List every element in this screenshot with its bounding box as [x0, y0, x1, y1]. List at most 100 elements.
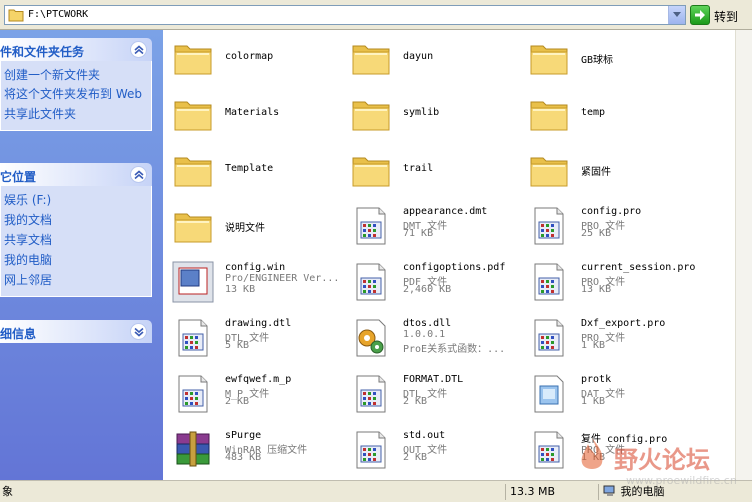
file-item[interactable]: FORMAT.DTL DTL 文件 2 KB	[345, 368, 523, 420]
panel-title: 它位置	[0, 170, 37, 184]
go-button[interactable]: 转到	[690, 4, 746, 26]
item-name: drawing.dtl	[225, 318, 292, 329]
item-size: 2 KB	[403, 452, 428, 463]
address-field[interactable]: F:\PTCWORK	[4, 5, 686, 25]
document-icon	[171, 372, 215, 416]
folder-item[interactable]: trail	[345, 144, 523, 196]
item-name: Materials	[225, 107, 280, 118]
item-size: 13 KB	[581, 284, 612, 295]
item-size: 2 KB	[225, 396, 250, 407]
folder-item[interactable]: 说明文件	[167, 200, 345, 252]
item-name: config.win	[225, 262, 286, 273]
vertical-scrollbar[interactable]	[735, 30, 752, 480]
file-item[interactable]: configoptions.pdf PDF 文件 2,460 KB	[345, 256, 523, 308]
item-size: 2 KB	[403, 396, 428, 407]
folder-icon	[349, 92, 393, 136]
file-item[interactable]: protk DAT 文件 1 KB	[523, 368, 701, 420]
panel-header[interactable]: 它位置	[0, 163, 152, 186]
item-size: 25 KB	[581, 228, 612, 239]
item-name: appearance.dmt	[403, 206, 488, 217]
item-size: 71 KB	[403, 228, 434, 239]
panel-header[interactable]: 细信息	[0, 320, 152, 343]
item-name: current_session.pro	[581, 262, 696, 273]
file-item[interactable]: config.win Pro/ENGINEER Ver... 13 KB	[167, 256, 345, 308]
folder-item[interactable]: Materials	[167, 88, 345, 140]
folder-item[interactable]: temp	[523, 88, 701, 140]
new-folder-link[interactable]: 创建一个新文件夹	[4, 65, 151, 85]
file-item[interactable]: sPurge WinRAR 压缩文件 483 KB	[167, 424, 345, 476]
document-icon	[171, 316, 215, 360]
window-file-icon	[171, 260, 215, 304]
document-icon	[349, 428, 393, 472]
item-name: config.pro	[581, 206, 642, 217]
item-size: 2,460 KB	[403, 284, 452, 295]
panel-title: 细信息	[0, 327, 37, 341]
folder-item[interactable]: GB球标	[523, 32, 701, 84]
file-item[interactable]: Dxf_export.pro PRO 文件 1 KB	[523, 312, 701, 364]
item-size: 5 KB	[225, 340, 250, 351]
collapse-button[interactable]	[130, 166, 147, 183]
folder-icon	[171, 92, 215, 136]
chevron-down-icon	[673, 12, 681, 17]
item-size: 1 KB	[581, 396, 606, 407]
folder-item[interactable]: 紧固件	[523, 144, 701, 196]
share-folder-link[interactable]: 共享此文件夹	[4, 104, 151, 124]
file-item[interactable]: ewfqwef.m_p M_P 文件 2 KB	[167, 368, 345, 420]
my-documents-link[interactable]: 我的文档	[4, 210, 151, 230]
folder-icon	[8, 9, 24, 22]
panel-body: 创建一个新文件夹 将这个文件夹发布到 Web 共享此文件夹	[0, 61, 152, 131]
file-item[interactable]: drawing.dtl DTL 文件 5 KB	[167, 312, 345, 364]
folder-icon	[171, 204, 215, 248]
folder-item[interactable]: colormap	[167, 32, 345, 84]
publish-web-link[interactable]: 将这个文件夹发布到 Web	[4, 85, 144, 104]
item-name: 说明文件	[225, 223, 265, 234]
item-name: dayun	[403, 51, 434, 62]
file-item[interactable]: std.out OUT 文件 2 KB	[345, 424, 523, 476]
item-name: GB球标	[581, 55, 614, 66]
collapse-button[interactable]	[130, 41, 147, 58]
item-name: temp	[581, 107, 606, 118]
winrar-archive-icon	[171, 428, 215, 472]
address-path: F:\PTCWORK	[28, 9, 89, 20]
item-name: sPurge	[225, 430, 262, 441]
file-item[interactable]: appearance.dmt DMT 文件 71 KB	[345, 200, 523, 252]
item-size: 13 KB	[225, 284, 256, 295]
document-icon	[527, 428, 571, 472]
file-item[interactable]: dtos.dll 1.0.0.1 ProE关系式函数：...	[345, 312, 523, 364]
file-item[interactable]: config.pro PRO 文件 25 KB	[523, 200, 701, 252]
item-name: Dxf_export.pro	[581, 318, 666, 329]
item-name: protk	[581, 374, 612, 385]
drive-f-link[interactable]: 娱乐 (F:)	[4, 190, 151, 210]
document-icon	[349, 204, 393, 248]
address-dropdown-button[interactable]	[668, 6, 685, 24]
dll-gear-icon	[349, 316, 393, 360]
item-name: FORMAT.DTL	[403, 374, 464, 385]
file-item[interactable]: current_session.pro PRO 文件 13 KB	[523, 256, 701, 308]
my-computer-link[interactable]: 我的电脑	[4, 250, 151, 270]
address-bar: F:\PTCWORK 转到	[0, 0, 752, 30]
panel-title: 件和文件夹任务	[0, 45, 85, 59]
shared-documents-link[interactable]: 共享文档	[4, 230, 151, 250]
folder-item[interactable]: symlib	[345, 88, 523, 140]
folder-icon	[349, 148, 393, 192]
forum-watermark: 野火论坛 www.proewildfire.cn	[566, 436, 751, 496]
watermark-text: 野火论坛	[614, 446, 710, 474]
folder-item[interactable]: dayun	[345, 32, 523, 84]
item-size: 1 KB	[581, 340, 606, 351]
chevron-up-icon	[134, 45, 144, 55]
panel-header[interactable]: 件和文件夹任务	[0, 38, 152, 61]
document-icon	[527, 204, 571, 248]
folder-icon	[527, 36, 571, 80]
item-name: 紧固件	[581, 167, 611, 178]
flame-logo-icon	[581, 438, 603, 469]
expand-button[interactable]	[130, 323, 147, 340]
folder-icon	[171, 148, 215, 192]
item-name: ewfqwef.m_p	[225, 374, 292, 385]
item-name: dtos.dll	[403, 318, 452, 329]
document-icon	[527, 260, 571, 304]
document-icon	[349, 372, 393, 416]
network-places-link[interactable]: 网上邻居	[4, 270, 151, 290]
task-pane: 件和文件夹任务 创建一个新文件夹 将这个文件夹发布到 Web 共享此文件夹 它位…	[0, 30, 163, 480]
folder-item[interactable]: Template	[167, 144, 345, 196]
item-type: 1.0.0.1	[403, 329, 446, 340]
